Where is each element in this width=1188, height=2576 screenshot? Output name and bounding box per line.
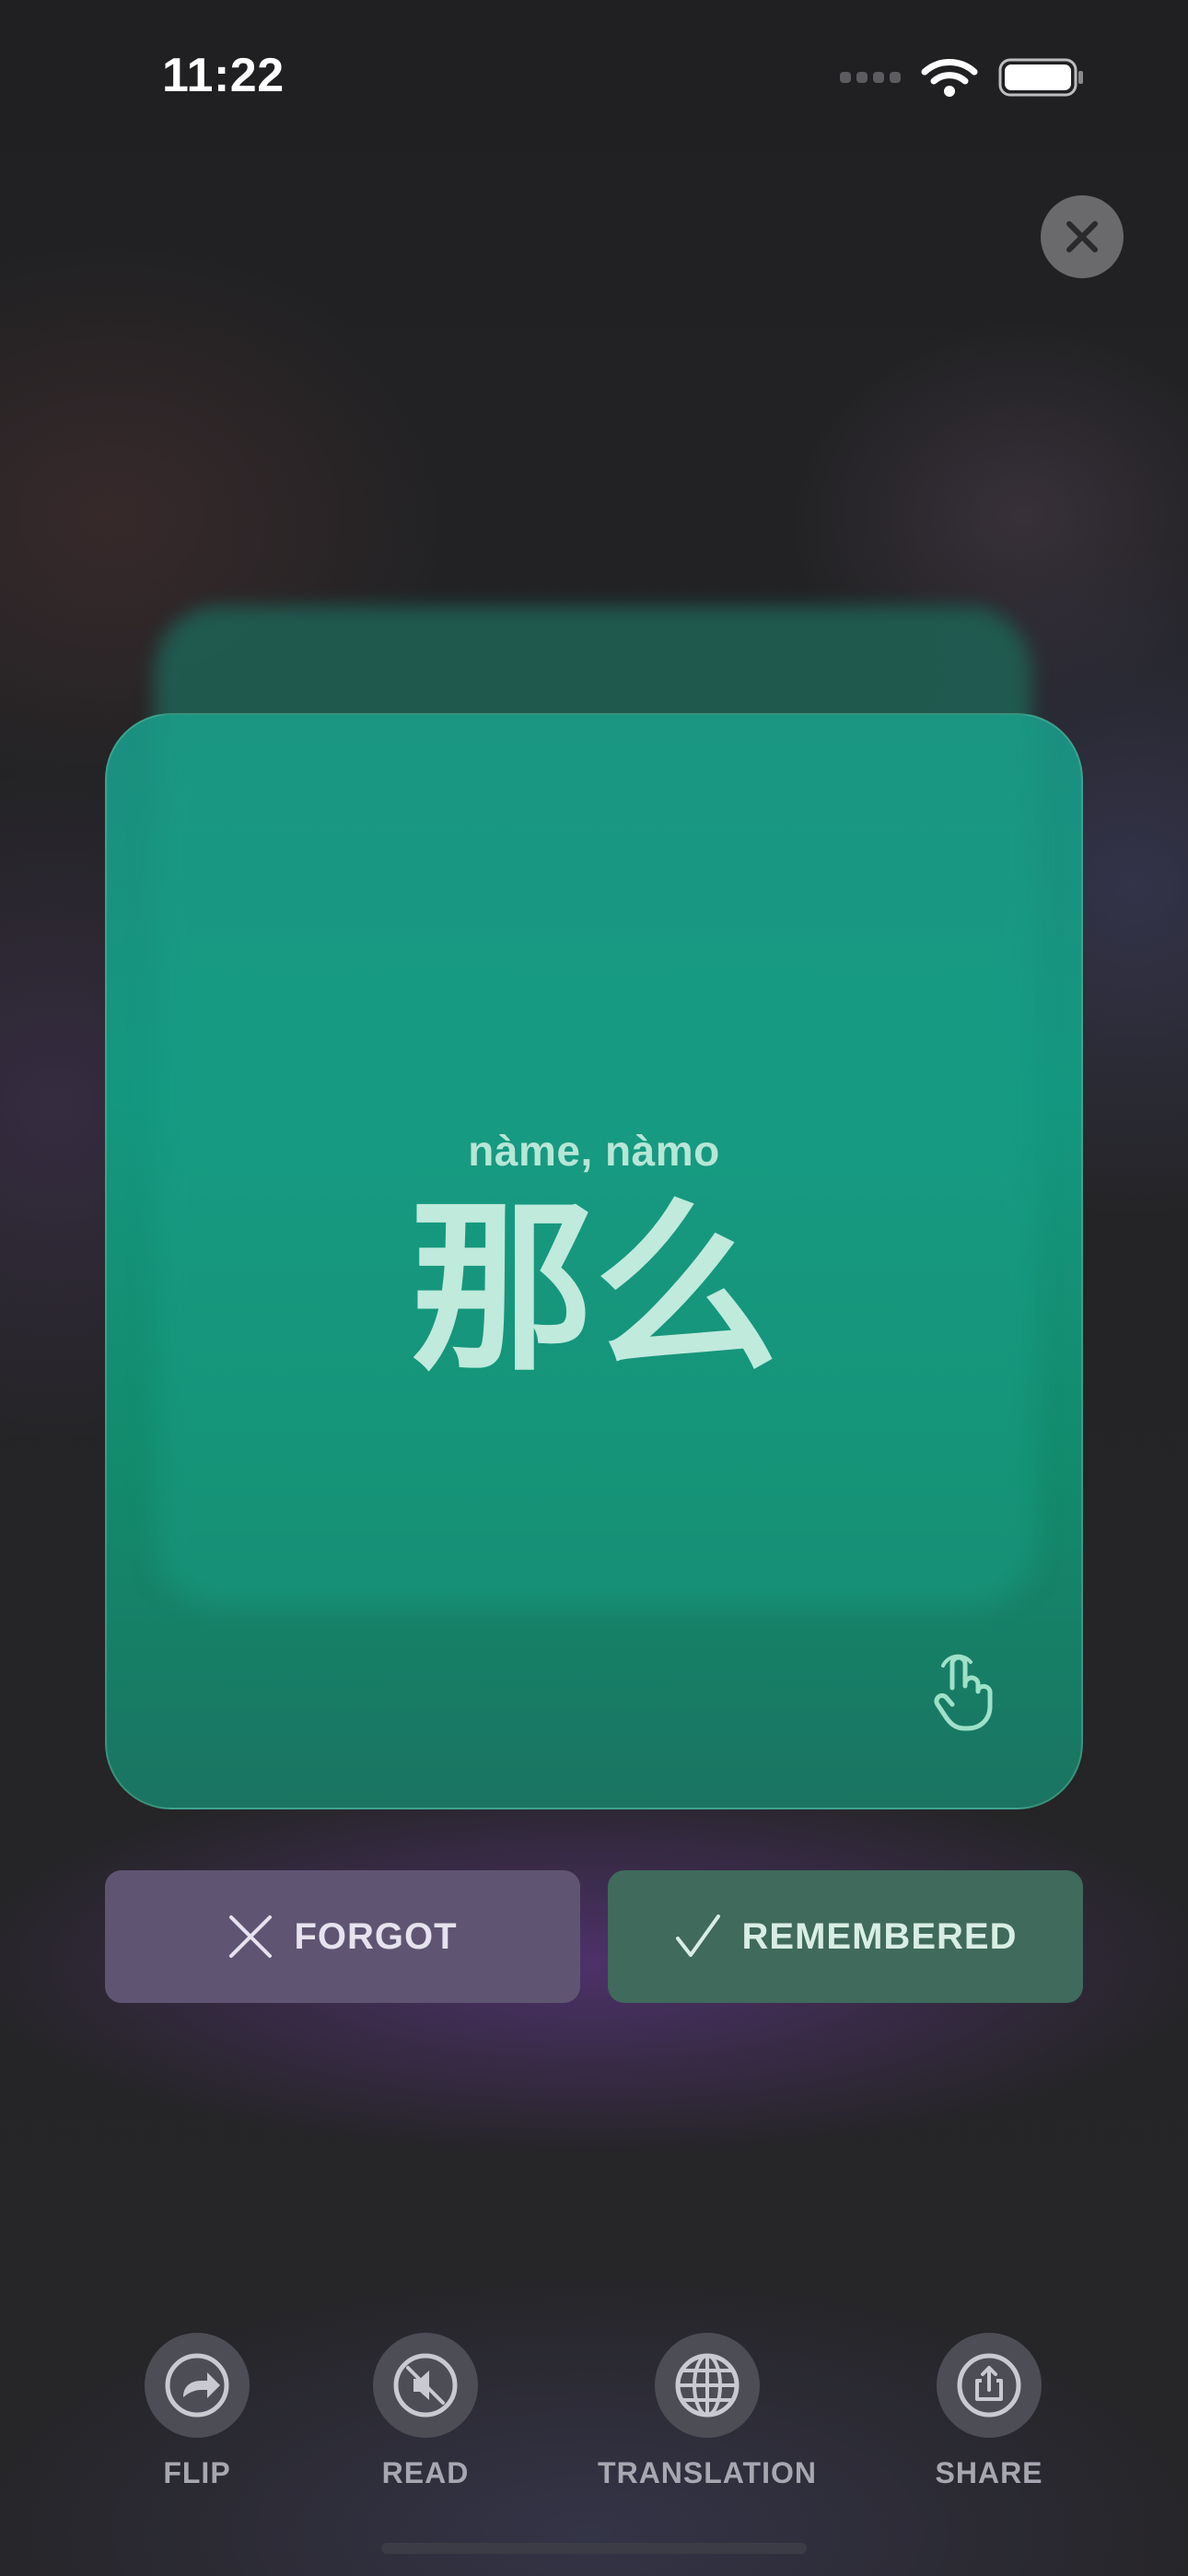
close-icon: [1066, 221, 1098, 252]
flip-circle: [145, 2333, 250, 2438]
x-icon: [229, 1915, 273, 1958]
read-circle: [373, 2333, 478, 2438]
translation-circle: [655, 2333, 760, 2438]
flip-button[interactable]: FLIP: [144, 2333, 250, 2490]
flip-arrow-icon: [165, 2353, 229, 2418]
speaker-muted-icon: [393, 2353, 458, 2418]
share-button[interactable]: SHARE: [936, 2333, 1042, 2490]
tap-hand-icon: [934, 1654, 993, 1731]
forgot-label: FORGOT: [294, 1915, 458, 1957]
card-pinyin: nàme, nàmo: [468, 1127, 720, 1175]
flip-label: FLIP: [163, 2456, 231, 2489]
battery-icon: [998, 58, 1083, 97]
checkmark-icon: [675, 1914, 720, 1957]
remembered-button[interactable]: REMEMBERED: [608, 1870, 1083, 2003]
translation-button[interactable]: TRANSLATION: [595, 2333, 820, 2490]
globe-icon: [675, 2353, 740, 2418]
forgot-button[interactable]: FORGOT: [105, 1870, 580, 2003]
share-circle: [937, 2333, 1042, 2438]
remembered-label: REMEMBERED: [741, 1915, 1018, 1957]
card-hanzi: 那么: [409, 1182, 778, 1397]
cellular-signal-icon: [840, 72, 901, 83]
read-button[interactable]: READ: [372, 2333, 479, 2490]
status-time: 11:22: [162, 49, 285, 102]
status-icons: [840, 57, 1085, 98]
close-button[interactable]: [1041, 195, 1124, 278]
translation-label: TRANSLATION: [598, 2456, 817, 2489]
read-label: READ: [381, 2456, 470, 2489]
share-label: SHARE: [935, 2456, 1043, 2489]
home-indicator[interactable]: [381, 2543, 807, 2554]
wifi-icon: [921, 59, 978, 97]
share-icon: [957, 2353, 1021, 2418]
